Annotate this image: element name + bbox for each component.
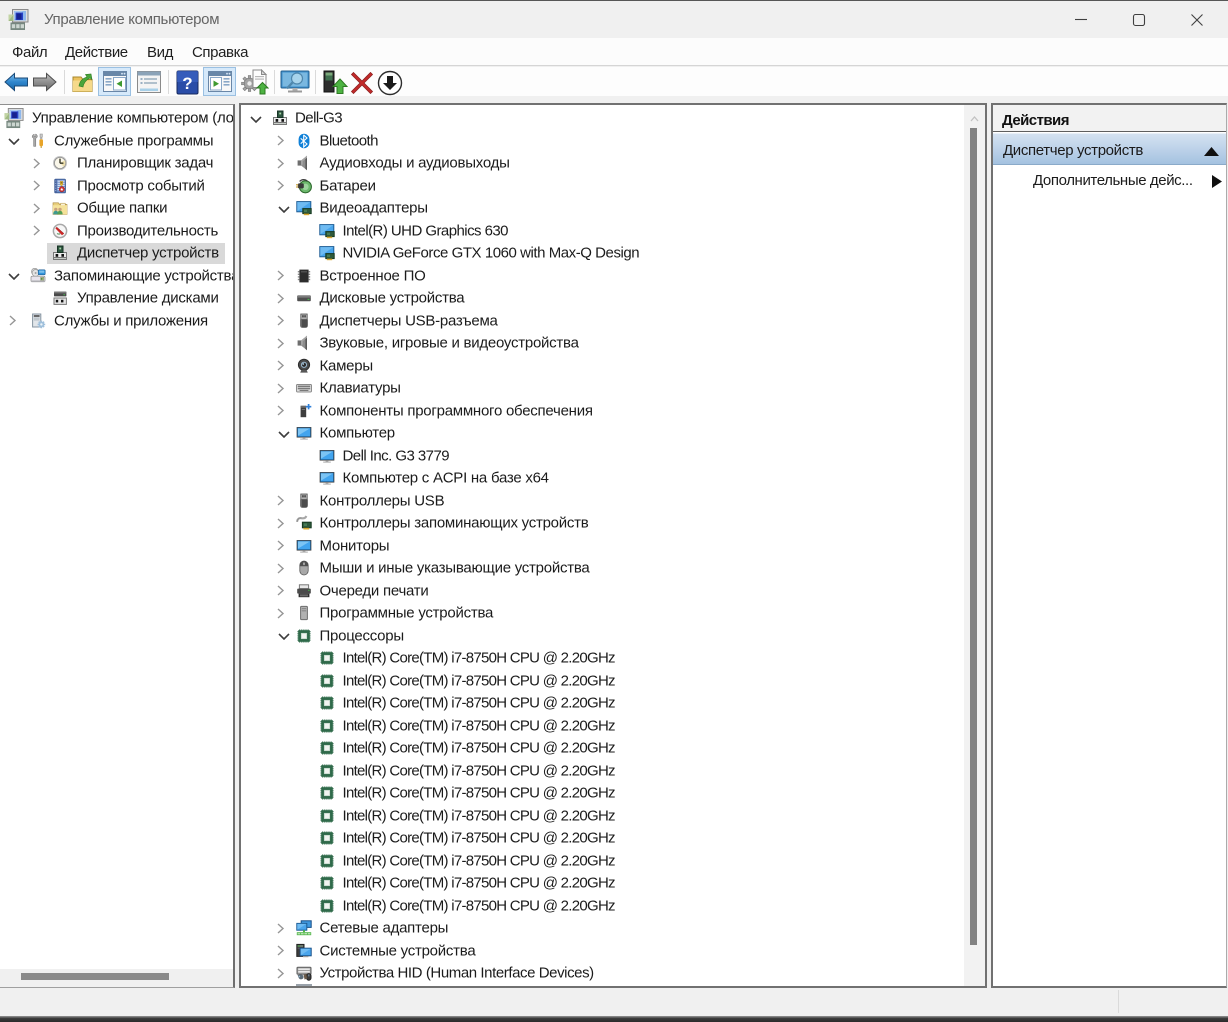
svg-text:?: ?	[182, 74, 192, 93]
